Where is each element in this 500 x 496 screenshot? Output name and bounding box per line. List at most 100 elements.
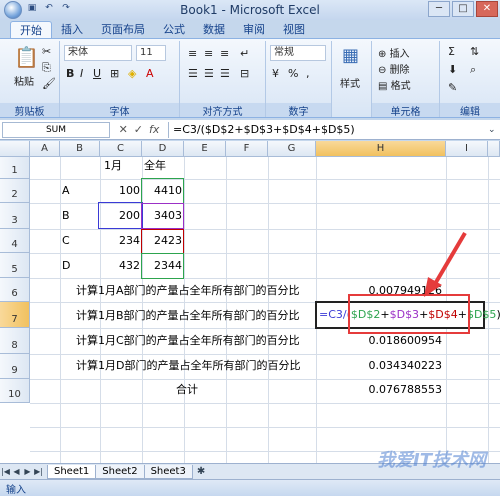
first-sheet-icon[interactable]: |◀ (0, 467, 11, 476)
enter-icon[interactable]: ✓ (134, 123, 143, 136)
cell-d10[interactable]: 合计 (176, 383, 198, 397)
fx-icon[interactable]: fx (149, 123, 159, 136)
sheet-tab-2[interactable]: Sheet2 (95, 464, 145, 479)
align-top-icon[interactable]: ≡ (188, 47, 197, 60)
formula-input[interactable]: =C3/($D$2+$D$3+$D$4+$D$5) (168, 121, 488, 138)
save-icon[interactable]: ▣ (25, 1, 39, 15)
select-all-corner[interactable] (0, 141, 30, 157)
format-button[interactable]: ▤ 格式 (378, 77, 411, 92)
sort-filter-icon[interactable]: ⇅ (470, 45, 479, 58)
align-middle-icon[interactable]: ≡ (204, 47, 213, 60)
align-center-icon[interactable]: ☰ (204, 67, 214, 80)
italic-icon[interactable]: I (80, 67, 83, 80)
worksheet-grid[interactable]: A B C D E F G H I 1 2 3 4 5 6 7 8 9 10 1… (0, 141, 500, 463)
cut-icon[interactable]: ✂ (42, 45, 51, 58)
copy-icon[interactable]: ⎘ (42, 61, 51, 75)
office-button[interactable] (4, 1, 22, 19)
row-header-4[interactable]: 4 (0, 229, 30, 253)
row-header-8[interactable]: 8 (0, 328, 30, 354)
sheet-tab-3[interactable]: Sheet3 (143, 464, 193, 479)
last-sheet-icon[interactable]: ▶| (33, 467, 44, 476)
fill-color-icon[interactable]: ◈ (128, 67, 136, 80)
maximize-button[interactable]: □ (452, 1, 474, 17)
cancel-icon[interactable]: ✕ (119, 123, 128, 136)
merge-icon[interactable]: ⊟ (240, 67, 249, 80)
prev-sheet-icon[interactable]: ◀ (11, 467, 22, 476)
row-header-2[interactable]: 2 (0, 179, 30, 203)
tab-view[interactable]: 视图 (274, 21, 314, 38)
undo-icon[interactable]: ↶ (42, 1, 56, 15)
row-header-10[interactable]: 10 (0, 379, 30, 403)
delete-button[interactable]: ⊖ 删除 (378, 61, 410, 76)
find-icon[interactable]: ⌕ (470, 63, 476, 77)
font-name-select[interactable]: 宋体 (64, 45, 132, 61)
row-header-5[interactable]: 5 (0, 253, 30, 278)
number-format-select[interactable]: 常规 (270, 45, 326, 61)
cell-b9[interactable]: 计算1月D部门的产量占全年所有部门的百分比 (76, 359, 300, 373)
tab-home[interactable]: 开始 (10, 21, 52, 38)
column-header-e[interactable]: E (184, 141, 226, 157)
cell-c5[interactable]: 432 (100, 259, 140, 273)
cell-d1[interactable]: 全年 (144, 159, 166, 173)
align-right-icon[interactable]: ☰ (220, 67, 230, 80)
styles-button[interactable]: 样式 (340, 75, 360, 90)
row-header-3[interactable]: 3 (0, 203, 30, 229)
redo-icon[interactable]: ↷ (59, 1, 73, 15)
next-sheet-icon[interactable]: ▶ (22, 467, 33, 476)
row-header-6[interactable]: 6 (0, 278, 30, 302)
minimize-button[interactable]: ─ (428, 1, 450, 17)
cell-b2[interactable]: A (62, 184, 70, 198)
cell-b3[interactable]: B (62, 209, 70, 223)
cell-b5[interactable]: D (62, 259, 70, 273)
cell-c2[interactable]: 100 (100, 184, 140, 198)
cell-b4[interactable]: C (62, 234, 70, 248)
cell-b8[interactable]: 计算1月C部门的产量占全年所有部门的百分比 (76, 334, 300, 348)
close-button[interactable]: ✕ (476, 1, 498, 17)
column-header-f[interactable]: F (226, 141, 268, 157)
tab-data[interactable]: 数据 (194, 21, 234, 38)
tab-review[interactable]: 审阅 (234, 21, 274, 38)
column-header-g[interactable]: G (268, 141, 316, 157)
sheet-tab-1[interactable]: Sheet1 (47, 464, 97, 479)
cell-h8[interactable]: 0.018600954 (316, 334, 442, 348)
column-header-c[interactable]: C (100, 141, 142, 157)
autosum-icon[interactable]: Σ (448, 45, 455, 58)
insert-button[interactable]: ⊕ 插入 (378, 45, 410, 60)
font-color-icon[interactable]: A (146, 67, 154, 80)
currency-icon[interactable]: ¥ (272, 67, 279, 80)
paste-icon[interactable]: 📋 (14, 45, 39, 69)
underline-icon[interactable]: U (93, 67, 101, 80)
insert-sheet-icon[interactable]: ✱ (197, 466, 205, 477)
cell-b6[interactable]: 计算1月A部门的产量占全年所有部门的百分比 (76, 284, 300, 298)
wrap-text-icon[interactable]: ↵ (240, 47, 249, 60)
row-header-7[interactable]: 7 (0, 302, 30, 328)
tab-formulas[interactable]: 公式 (154, 21, 194, 38)
tab-insert[interactable]: 插入 (52, 21, 92, 38)
clear-icon[interactable]: ✎ (448, 81, 457, 94)
expand-formula-icon[interactable]: ⌄ (488, 125, 500, 135)
fill-icon[interactable]: ⬇ (448, 63, 457, 76)
column-header-a[interactable]: A (30, 141, 60, 157)
cell-c1[interactable]: 1月 (104, 159, 122, 173)
cell-h9[interactable]: 0.034340223 (316, 359, 442, 373)
column-header-d[interactable]: D (142, 141, 184, 157)
cell-b7[interactable]: 计算1月B部门的产量占全年所有部门的百分比 (76, 309, 300, 323)
cell-c4[interactable]: 234 (100, 234, 140, 248)
border-icon[interactable]: ⊞ (110, 67, 119, 80)
column-header-i[interactable]: I (446, 141, 488, 157)
name-box[interactable]: SUM (2, 121, 110, 138)
percent-icon[interactable]: % (288, 67, 298, 80)
row-header-9[interactable]: 9 (0, 354, 30, 379)
comma-icon[interactable]: , (306, 67, 310, 80)
align-left-icon[interactable]: ☰ (188, 67, 198, 80)
font-size-select[interactable]: 11 (136, 45, 166, 61)
format-painter-icon[interactable]: 🖌 (42, 77, 56, 90)
align-bottom-icon[interactable]: ≡ (220, 47, 229, 60)
row-header-1[interactable]: 1 (0, 157, 30, 179)
paste-button[interactable]: 粘贴 (14, 73, 34, 88)
bold-icon[interactable]: B (66, 67, 74, 80)
cell-h10[interactable]: 0.076788553 (316, 383, 442, 397)
column-header-b[interactable]: B (60, 141, 100, 157)
styles-icon[interactable]: ▦ (342, 45, 359, 66)
column-header-h[interactable]: H (316, 141, 446, 157)
